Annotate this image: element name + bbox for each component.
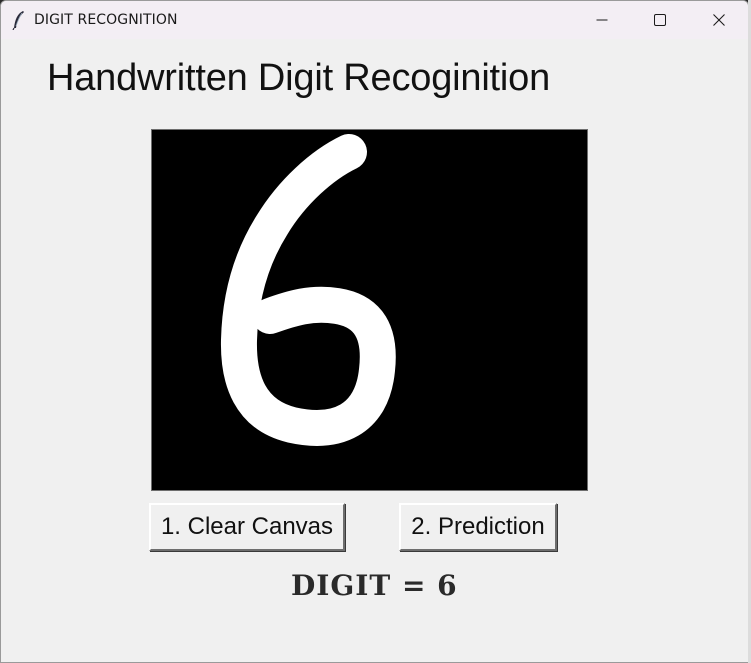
minimize-icon — [596, 14, 608, 26]
clear-canvas-button[interactable]: 1. Clear Canvas — [149, 503, 345, 551]
prediction-button[interactable]: 2. Prediction — [399, 503, 557, 551]
close-button[interactable] — [690, 1, 748, 39]
maximize-button[interactable] — [631, 1, 689, 39]
app-window: DIGIT RECOGNITION Handwritten Digit Reco… — [0, 0, 749, 663]
drawing-canvas[interactable] — [151, 129, 588, 491]
handwritten-stroke — [220, 134, 396, 446]
page-title: Handwritten Digit Recoginition — [47, 57, 551, 99]
window-title: DIGIT RECOGNITION — [34, 12, 178, 28]
minimize-button[interactable] — [573, 1, 631, 39]
prediction-result: DIGIT = 6 — [291, 569, 458, 602]
feather-icon — [11, 10, 27, 31]
close-icon — [713, 14, 725, 26]
maximize-icon — [654, 14, 666, 26]
title-bar[interactable]: DIGIT RECOGNITION — [1, 1, 748, 39]
